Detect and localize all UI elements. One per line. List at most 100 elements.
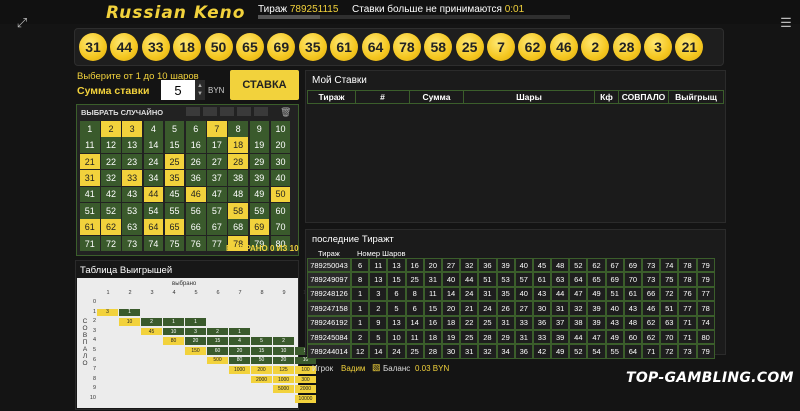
number-cell[interactable]: 64 [143,219,164,235]
number-cell[interactable]: 34 [143,170,164,186]
number-cell[interactable]: 17 [207,137,227,153]
number-cell[interactable]: 52 [101,202,121,219]
number-cell[interactable]: 31 [80,170,100,186]
number-cell[interactable]: 48 [228,186,248,203]
fullscreen-icon[interactable]: ⤢ [10,11,34,35]
number-cell[interactable]: 54 [143,202,164,219]
number-cell[interactable]: 71 [80,235,100,252]
number-cell[interactable]: 38 [228,170,248,186]
number-cell[interactable]: 15 [164,137,185,153]
number-cell[interactable]: 53 [122,202,142,219]
number-cell[interactable]: 57 [207,202,227,219]
draw-id: 789246192 [307,315,351,330]
number-cell[interactable]: 51 [80,202,100,219]
number-cell[interactable]: 47 [207,186,227,203]
chevron-up-icon[interactable]: ▲ [197,82,203,90]
stake-stepper[interactable]: ▲ ▼ [195,80,205,100]
number-cell[interactable]: 77 [207,235,227,252]
paytable-cell: 5000 [273,385,294,393]
number-cell[interactable]: 62 [101,219,121,235]
menu-icon[interactable]: ☰ [774,11,798,35]
number-cell[interactable]: 73 [122,235,142,252]
quick-pick-slot[interactable] [220,107,234,116]
quick-pick-slot[interactable] [237,107,251,116]
number-cell[interactable]: 10 [270,121,291,137]
number-cell[interactable]: 3 [122,121,142,137]
trash-icon[interactable]: 🗑 [280,107,291,118]
number-cell[interactable]: 27 [207,153,227,170]
bet-button[interactable]: СТАВКА [230,70,299,100]
quick-pick-slot[interactable] [254,107,268,116]
draw-number-cell: 30 [441,344,461,359]
number-cell[interactable]: 23 [122,153,142,170]
number-cell[interactable]: 16 [185,137,206,153]
number-cell[interactable]: 58 [228,202,248,219]
number-cell[interactable]: 37 [207,170,227,186]
number-cell[interactable]: 28 [228,153,248,170]
number-cell[interactable]: 25 [164,153,185,170]
number-cell[interactable]: 41 [80,186,100,203]
paytable-col-header: 4 [172,290,176,296]
number-cell[interactable]: 60 [270,202,291,219]
number-cell[interactable]: 11 [80,137,100,153]
number-cell[interactable]: 40 [270,170,291,186]
number-cell[interactable]: 2 [101,121,121,137]
number-cell[interactable]: 43 [122,186,142,203]
number-cell[interactable]: 36 [185,170,206,186]
number-cell[interactable]: 67 [207,219,227,235]
number-cell[interactable]: 70 [270,219,291,235]
number-cell[interactable]: 32 [101,170,121,186]
number-cell[interactable]: 75 [164,235,185,252]
number-cell[interactable]: 76 [185,235,206,252]
stake-input[interactable] [161,80,195,100]
number-cell[interactable]: 55 [164,202,185,219]
number-cell[interactable]: 33 [122,170,142,186]
number-cell[interactable]: 56 [185,202,206,219]
number-cell[interactable]: 22 [101,153,121,170]
number-cell[interactable]: 8 [228,121,248,137]
number-cell[interactable]: 19 [249,137,270,153]
number-cell[interactable]: 46 [185,186,206,203]
number-cell[interactable]: 20 [270,137,291,153]
number-cell[interactable]: 1 [80,121,100,137]
number-cell[interactable]: 66 [185,219,206,235]
number-cell[interactable]: 30 [270,153,291,170]
number-cell[interactable]: 65 [164,219,185,235]
number-cell[interactable]: 39 [249,170,270,186]
number-cell[interactable]: 6 [185,121,206,137]
draw-number-cell: 31 [423,272,442,287]
number-cell[interactable]: 68 [228,219,248,235]
number-cell[interactable]: 29 [249,153,270,170]
quick-pick-slot[interactable] [203,107,217,116]
number-cell[interactable]: 42 [101,186,121,203]
number-cell[interactable]: 50 [270,186,291,203]
draw-number-cell: 61 [623,286,642,302]
number-cell[interactable]: 63 [122,219,142,235]
number-cell[interactable]: 45 [164,186,185,203]
number-cell[interactable]: 4 [143,121,164,137]
draw-number-cell: 49 [605,329,624,345]
number-cell[interactable]: 61 [80,219,100,235]
number-cell[interactable]: 9 [249,121,270,137]
number-cell[interactable]: 12 [101,137,121,153]
number-cell[interactable]: 24 [143,153,164,170]
number-cell[interactable]: 49 [249,186,270,203]
number-cell[interactable]: 14 [143,137,164,153]
quick-pick-slot[interactable] [186,107,200,116]
number-cell[interactable]: 69 [249,219,270,235]
number-cell[interactable]: 35 [164,170,185,186]
number-cell[interactable]: 72 [101,235,121,252]
number-cell[interactable]: 74 [143,235,164,252]
drawn-ball: 50 [204,33,233,61]
chevron-down-icon[interactable]: ▼ [197,90,203,98]
number-cell[interactable]: 13 [122,137,142,153]
number-cell[interactable]: 18 [228,137,248,153]
number-cell[interactable]: 26 [185,153,206,170]
number-cell[interactable]: 59 [249,202,270,219]
number-cell[interactable]: 21 [80,153,100,170]
number-cell[interactable]: 5 [164,121,185,137]
drawn-ball: 65 [235,33,264,61]
number-cell[interactable]: 44 [143,186,164,203]
random-pick-button[interactable]: ВЫБРАТЬ СЛУЧАЙНО [81,108,163,117]
number-cell[interactable]: 7 [207,121,227,137]
